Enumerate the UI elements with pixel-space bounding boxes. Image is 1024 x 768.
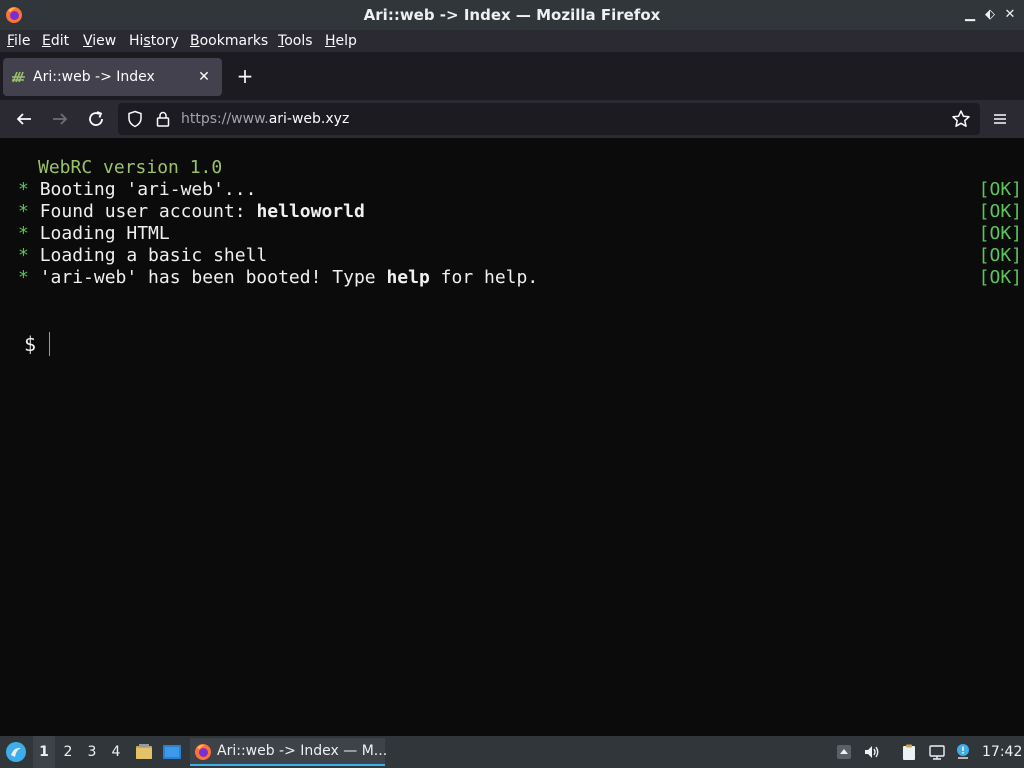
url-bar[interactable]: https://www.ari-web.xyz	[118, 103, 980, 135]
shield-icon[interactable]	[126, 110, 144, 128]
status-ok: [OK]	[978, 245, 1022, 266]
network-icon[interactable]	[928, 743, 946, 761]
forward-button[interactable]	[47, 106, 73, 132]
ari-web-favicon-icon	[12, 71, 25, 83]
url-text[interactable]: https://www.ari-web.xyz	[181, 103, 349, 135]
reload-icon	[89, 111, 103, 126]
restore-icon[interactable]: ⬖	[981, 6, 999, 24]
forward-arrow-icon	[53, 113, 68, 125]
volume-icon[interactable]	[863, 743, 881, 761]
menu-bar: File Edit View History Bookmarks Tools H…	[0, 30, 1024, 52]
workspace-2[interactable]: 2	[57, 736, 79, 768]
window-titlebar: Ari::web -> Index — Mozilla Firefox ▁ ⬖ …	[0, 0, 1024, 30]
terminal-header: WebRC version 1.0	[38, 157, 223, 178]
notification-icon[interactable]	[954, 743, 972, 761]
tab-ari-web-index[interactable]: Ari::web -> Index ✕	[3, 58, 222, 96]
back-button[interactable]	[11, 106, 37, 132]
menu-tools[interactable]: Tools	[278, 32, 313, 50]
reload-button[interactable]	[83, 106, 109, 132]
taskbar-window-title: Ari::web -> Index — M...	[217, 743, 388, 759]
star-icon	[952, 110, 970, 127]
terminal-line: * Found user account: helloworld	[18, 201, 365, 222]
tray-arrow-icon[interactable]	[835, 743, 853, 761]
file-manager-icon[interactable]	[134, 742, 154, 762]
workspace-1[interactable]: 1	[33, 736, 55, 768]
tab-close-icon[interactable]: ✕	[194, 67, 214, 87]
tab-label: Ari::web -> Index	[33, 69, 155, 85]
window-title: Ari::web -> Index — Mozilla Firefox	[363, 6, 661, 24]
lock-icon[interactable]	[154, 110, 172, 128]
navigation-bar: https://www.ari-web.xyz	[0, 100, 1024, 138]
minimize-icon[interactable]: ▁	[961, 6, 979, 24]
bookmark-star-button[interactable]	[948, 106, 974, 132]
text-cursor[interactable]	[49, 332, 50, 356]
show-desktop-icon[interactable]	[162, 742, 182, 762]
shell-prompt: $	[24, 332, 37, 356]
status-ok: [OK]	[978, 223, 1022, 244]
menu-view[interactable]: View	[83, 32, 116, 50]
terminal-line: * Booting 'ari-web'...	[18, 179, 257, 200]
back-arrow-icon	[16, 113, 31, 125]
menu-help[interactable]: Help	[325, 32, 357, 50]
menu-bookmarks[interactable]: Bookmarks	[190, 32, 268, 50]
clipboard-icon[interactable]	[900, 743, 918, 761]
status-ok: [OK]	[978, 201, 1022, 222]
start-menu-icon[interactable]	[5, 741, 27, 763]
terminal-line: * Loading a basic shell	[18, 245, 268, 266]
close-icon[interactable]: ✕	[1001, 6, 1019, 24]
menu-edit[interactable]: Edit	[42, 32, 69, 50]
menu-file[interactable]: File	[7, 32, 30, 50]
new-tab-button[interactable]: +	[234, 65, 256, 87]
clock[interactable]: 17:42	[982, 736, 1022, 768]
terminal-page[interactable]: WebRC version 1.0 * Booting 'ari-web'...…	[0, 139, 1024, 736]
tab-bar: Ari::web -> Index ✕ +	[0, 52, 1024, 100]
terminal-line: * 'ari-web' has been booted! Type help f…	[18, 267, 539, 288]
taskbar: 1 2 3 4 Ari::web -> Index — M... 17:42	[0, 736, 1024, 768]
menu-history[interactable]: History	[129, 32, 179, 50]
workspace-3[interactable]: 3	[81, 736, 103, 768]
firefox-icon	[195, 744, 211, 760]
taskbar-firefox-window[interactable]: Ari::web -> Index — M...	[190, 738, 388, 766]
app-menu-button[interactable]	[987, 106, 1013, 132]
workspace-4[interactable]: 4	[105, 736, 127, 768]
status-ok: [OK]	[978, 267, 1022, 288]
hamburger-menu-icon	[994, 114, 1006, 124]
terminal-line: * Loading HTML	[18, 223, 170, 244]
status-ok: [OK]	[978, 179, 1022, 200]
